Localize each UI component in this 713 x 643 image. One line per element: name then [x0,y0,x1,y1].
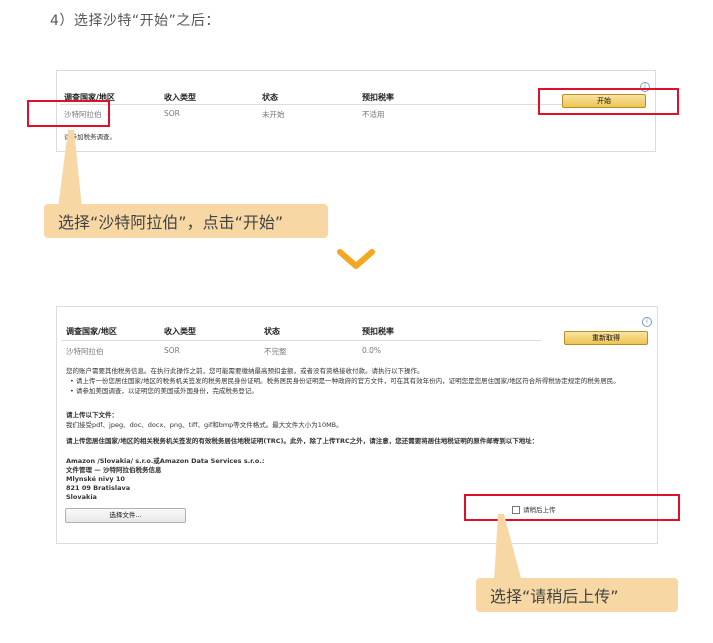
highlight-start-button [538,88,679,115]
upload-formats: 我们接受pdf、jpeg、doc、docx、png、tiff、gif和bmp等文… [66,421,343,429]
callout-pointer [58,130,82,208]
column-header-status: 状态 [262,93,278,102]
status-cell: 未开始 [262,110,285,119]
highlight-country [27,100,110,127]
column-header-status: 状态 [264,327,280,336]
callout-upload-later: 选择“请稍后上传” [476,578,678,612]
retake-button[interactable]: 重新取得 [564,331,648,345]
column-header-withholding-rate: 预扣税率 [362,327,394,336]
upload-title: 请上传以下文件： [66,411,118,419]
step-heading: 4）选择沙特“开始”之后： [50,13,220,29]
header-divider [62,340,542,341]
header-divider [60,104,608,105]
withholding-rate-cell: 不适用 [362,110,385,119]
address-line: Slovakia [66,493,97,501]
column-header-income-type: 收入类型 [164,327,196,336]
income-type-cell: SOR [164,109,180,118]
bullet-text: 请上传一份您居住国家/地区的税务机关签发的税务居民身份证明。税务居民身份证明是一… [75,377,620,385]
tax-info-intro: 您的账户需要其他税务信息。在执行此操作之前，您可能需要缴纳最高预扣金额，或者没有… [66,367,424,375]
status-cell: 不完整 [264,347,287,356]
callout-select-saudi: 选择“沙特阿拉伯”，点击“开始” [44,204,328,238]
income-type-cell: SOR [164,346,180,355]
column-header-income-type: 收入类型 [164,93,196,102]
info-icon[interactable]: i [642,317,652,327]
bullet-item: • 请参加美国调查，以证明您的美国或外国身份，完成税务登记。 [70,387,258,395]
mail-instruction: 请上传您居住国家/地区的相关税务机关签发的有效税务居住地税证明(TRC)。此外，… [66,437,539,445]
chevron-down-icon [337,249,375,269]
bullet-item: • 请上传一份您居住国家/地区的税务机关签发的税务居民身份证明。税务居民身份证明… [70,377,620,385]
bullet-text: 请参加美国调查，以证明您的美国或外国身份，完成税务登记。 [75,387,258,395]
choose-file-button[interactable]: 选择文件... [65,508,186,523]
column-header-withholding-rate: 预扣税率 [362,93,394,102]
callout-pointer [494,514,522,582]
column-header-country: 调查国家/地区 [66,327,117,336]
withholding-rate-cell: 0.0% [362,346,382,355]
country-cell: 沙特阿拉伯 [66,347,104,356]
